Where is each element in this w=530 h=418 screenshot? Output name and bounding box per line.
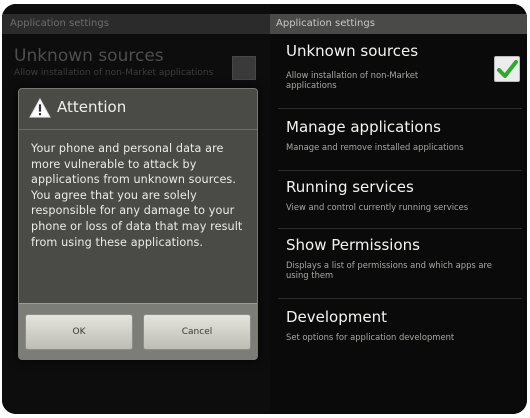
dialog-header: Attention xyxy=(19,89,257,130)
divider xyxy=(278,170,522,171)
warning-icon xyxy=(29,97,51,118)
setting-title: Running services xyxy=(286,178,414,196)
device-frame: Application settings Unknown sources All… xyxy=(2,4,527,414)
setting-show-permissions[interactable]: Show Permissions Displays a list of perm… xyxy=(270,236,527,296)
checkmark-icon xyxy=(497,60,518,78)
divider xyxy=(278,228,522,229)
setting-title: Manage applications xyxy=(286,118,441,136)
dialog-actions: OK Cancel xyxy=(19,303,257,360)
divider xyxy=(278,108,522,109)
setting-unknown-sources[interactable]: Unknown sources Allow installation of no… xyxy=(270,42,527,100)
left-screen: Application settings Unknown sources All… xyxy=(2,4,270,414)
setting-description: Allow installation of non-Market applica… xyxy=(286,70,419,90)
setting-description: Set options for application development xyxy=(286,332,455,342)
left-unknown-sources-checkbox xyxy=(232,56,256,80)
setting-description: Displays a list of permissions and which… xyxy=(286,260,492,280)
unknown-sources-checkbox[interactable] xyxy=(494,56,520,82)
attention-dialog: Attention Your phone and personal data a… xyxy=(18,88,258,360)
right-titlebar: Application settings xyxy=(270,14,527,34)
setting-running-services[interactable]: Running services View and control curren… xyxy=(270,178,527,228)
divider xyxy=(278,298,522,299)
cancel-button[interactable]: Cancel xyxy=(143,314,251,350)
setting-development[interactable]: Development Set options for application … xyxy=(270,308,527,358)
left-unknown-sources-subtitle: Allow installation of non-Market applica… xyxy=(14,68,214,78)
setting-description: Manage and remove installed applications xyxy=(286,142,464,152)
ok-button[interactable]: OK xyxy=(25,314,133,350)
left-titlebar: Application settings xyxy=(2,14,270,34)
right-screen: Application settings Unknown sources All… xyxy=(270,4,527,414)
dialog-title: Attention xyxy=(57,98,127,116)
setting-description: View and control currently running servi… xyxy=(286,202,469,212)
setting-title: Development xyxy=(286,308,387,326)
setting-manage-applications[interactable]: Manage applications Manage and remove in… xyxy=(270,118,527,168)
setting-title: Show Permissions xyxy=(286,236,420,254)
dialog-message: Your phone and personal data are more vu… xyxy=(31,142,243,249)
setting-title: Unknown sources xyxy=(286,42,419,60)
left-unknown-sources-title: Unknown sources xyxy=(14,46,164,66)
